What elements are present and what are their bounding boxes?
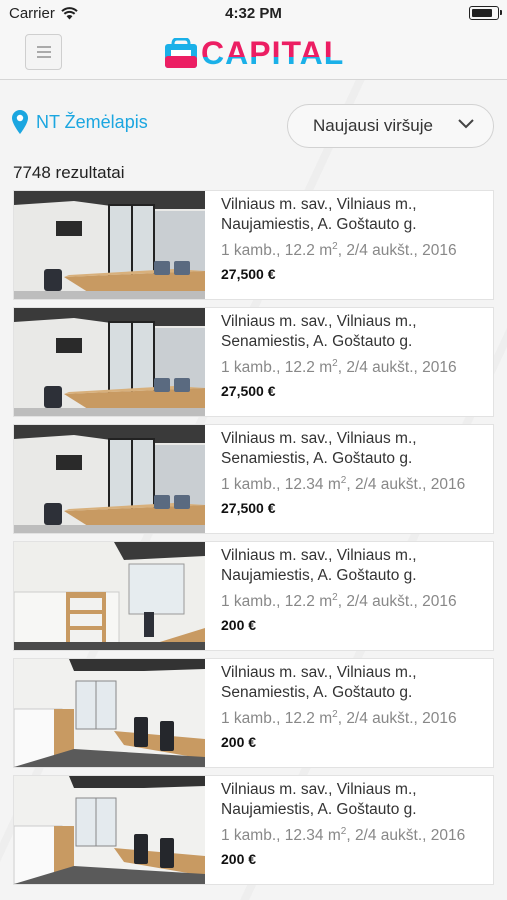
listing-address-line-1: Vilniaus m. sav., Vilniaus m., [221, 547, 417, 564]
map-pin-icon [12, 110, 28, 134]
listing-card[interactable]: Vilniaus m. sav., Vilniaus m., Naujamies… [13, 190, 494, 300]
listing-specs-main: 1 kamb., 12.2 m [221, 710, 333, 728]
meeting-room-photo [14, 425, 205, 533]
listing-card[interactable]: Vilniaus m. sav., Vilniaus m., Senamiest… [13, 307, 494, 417]
office-desks-photo [14, 659, 205, 767]
listing-address-line-2: Senamiestis, A. Goštauto g. [221, 684, 413, 701]
menu-icon-line [37, 51, 51, 53]
hamburger-menu-button[interactable] [25, 34, 62, 70]
listing-specs-main: 1 kamb., 12.2 m [221, 593, 333, 611]
listing-specs: 1 kamb., 12.2 m2, 2/4 aukšt., 2016 [221, 705, 491, 729]
listing-specs-main: 1 kamb., 12.34 m [221, 827, 341, 845]
listing-info: Vilniaus m. sav., Vilniaus m., Senamiest… [221, 663, 491, 750]
listing-specs: 1 kamb., 12.2 m2, 2/4 aukšt., 2016 [221, 237, 491, 261]
listing-info: Vilniaus m. sav., Vilniaus m., Naujamies… [221, 780, 491, 867]
listing-address-line-1: Vilniaus m. sav., Vilniaus m., [221, 664, 417, 681]
listing-specs-main: 1 kamb., 12.2 m [221, 242, 333, 260]
listing-price: 200 € [221, 617, 257, 634]
listing-info: Vilniaus m. sav., Vilniaus m., Naujamies… [221, 195, 491, 282]
battery-level [472, 9, 493, 17]
listing-price: 200 € [221, 851, 257, 868]
meeting-room-photo [14, 191, 205, 299]
sort-value: Naujausi viršuje [313, 116, 433, 135]
listing-price: 27,500 € [221, 500, 276, 517]
listing-specs-extra: , 2/4 aukšt., 2016 [337, 593, 457, 611]
listing-address-line-2: Senamiestis, A. Goštauto g. [221, 450, 413, 467]
listing-address-line-2: Naujamiestis, A. Goštauto g. [221, 801, 417, 818]
listing-address-line-1: Vilniaus m. sav., Vilniaus m., [221, 196, 417, 213]
listing-specs: 1 kamb., 12.2 m2, 2/4 aukšt., 2016 [221, 354, 491, 378]
listing-specs-extra: , 2/4 aukšt., 2016 [337, 710, 457, 728]
listing-price: 27,500 € [221, 266, 276, 283]
listing-specs-extra: , 2/4 aukšt., 2016 [337, 242, 457, 260]
listing-card[interactable]: Vilniaus m. sav., Vilniaus m., Senamiest… [13, 658, 494, 768]
results-count: 7748 rezultatai [13, 163, 125, 182]
brand-name: CAPITAL [201, 35, 345, 71]
map-link[interactable]: NT Žemėlapis [12, 110, 148, 134]
listing-card[interactable]: Vilniaus m. sav., Vilniaus m., Naujamies… [13, 541, 494, 651]
meeting-room-photo [14, 308, 205, 416]
status-time: 4:32 PM [225, 5, 282, 22]
listing-address-line-1: Vilniaus m. sav., Vilniaus m., [221, 430, 417, 447]
map-link-label: NT Žemėlapis [36, 111, 148, 132]
chevron-down-icon [458, 119, 474, 129]
logo-mark-icon [165, 38, 197, 68]
battery-icon [469, 6, 502, 20]
brand-logo[interactable]: CAPITAL [165, 36, 344, 70]
status-bar: Carrier 4:32 PM [0, 0, 507, 28]
listing-address-line-1: Vilniaus m. sav., Vilniaus m., [221, 313, 417, 330]
listing-specs-extra: , 2/4 aukšt., 2016 [346, 827, 466, 845]
results-screen: NT Žemėlapis Naujausi viršuje 7748 rezul… [0, 80, 507, 900]
listing-specs-main: 1 kamb., 12.34 m [221, 476, 341, 494]
nav-bar: CAPITAL [0, 28, 507, 80]
office-shelves-photo [14, 542, 205, 650]
listing-info: Vilniaus m. sav., Vilniaus m., Naujamies… [221, 546, 491, 633]
listing-specs: 1 kamb., 12.34 m2, 2/4 aukšt., 2016 [221, 822, 491, 846]
listing-price: 27,500 € [221, 383, 276, 400]
listing-card[interactable]: Vilniaus m. sav., Vilniaus m., Senamiest… [13, 424, 494, 534]
listing-address-line-2: Senamiestis, A. Goštauto g. [221, 333, 413, 350]
listing-info: Vilniaus m. sav., Vilniaus m., Senamiest… [221, 312, 491, 399]
listing-specs-main: 1 kamb., 12.2 m [221, 359, 333, 377]
listing-price: 200 € [221, 734, 257, 751]
listing-info: Vilniaus m. sav., Vilniaus m., Senamiest… [221, 429, 491, 516]
menu-icon [37, 46, 51, 48]
menu-icon-line [37, 56, 51, 58]
listing-specs-extra: , 2/4 aukšt., 2016 [337, 359, 457, 377]
listing-address-line-2: Naujamiestis, A. Goštauto g. [221, 567, 417, 584]
office-desks-photo [14, 776, 205, 884]
listing-card[interactable]: Vilniaus m. sav., Vilniaus m., Naujamies… [13, 775, 494, 885]
listing-specs: 1 kamb., 12.2 m2, 2/4 aukšt., 2016 [221, 588, 491, 612]
listing-address-line-2: Naujamiestis, A. Goštauto g. [221, 216, 417, 233]
listing-address-line-1: Vilniaus m. sav., Vilniaus m., [221, 781, 417, 798]
listing-specs-extra: , 2/4 aukšt., 2016 [346, 476, 466, 494]
listing-specs: 1 kamb., 12.34 m2, 2/4 aukšt., 2016 [221, 471, 491, 495]
sort-dropdown[interactable]: Naujausi viršuje [287, 104, 494, 148]
